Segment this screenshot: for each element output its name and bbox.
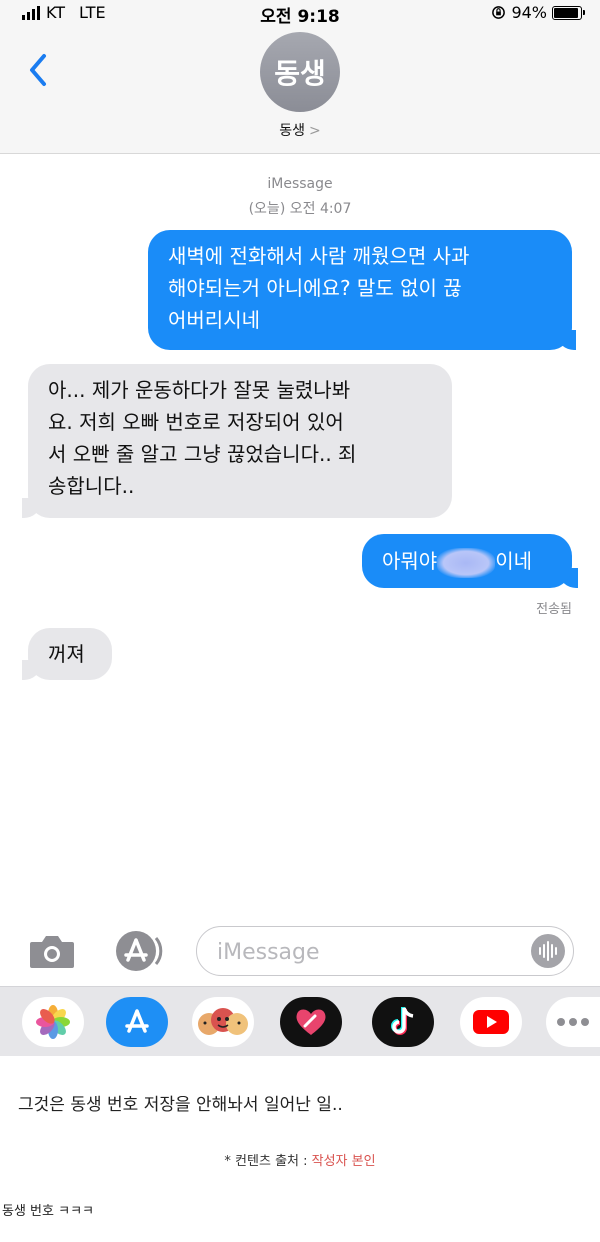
message-line: 아... 제가 운동하다가 잘못 눌렸나봐 xyxy=(48,378,351,402)
message-line: 꺼져 xyxy=(48,642,85,666)
youtube-icon xyxy=(473,1010,509,1034)
contact-name: 동생 xyxy=(279,123,306,139)
youtube-app-button[interactable] xyxy=(460,997,522,1047)
back-button[interactable] xyxy=(24,50,54,90)
message-timestamp: (오늘) 오전 4:07 xyxy=(248,201,352,217)
message-input[interactable] xyxy=(217,935,507,969)
apps-button[interactable] xyxy=(112,930,168,972)
memoji-icon xyxy=(198,1008,248,1035)
orientation-lock-icon xyxy=(491,5,506,20)
more-apps-button[interactable] xyxy=(546,997,600,1047)
battery-icon xyxy=(552,5,585,20)
outgoing-message[interactable]: 새벽에 전화해서 사람 깨웠으면 사과 해야되는거 아니에요? 말도 없이 끊 … xyxy=(148,230,572,350)
status-right: 94% xyxy=(491,3,585,22)
service-label: iMessage xyxy=(267,176,333,192)
incoming-message[interactable]: 꺼져 xyxy=(28,628,112,680)
message-text: 아뭐야 xyxy=(382,549,438,573)
conversation-header: 동생 동생 > xyxy=(0,26,600,154)
delivered-status: 전송됨 xyxy=(536,602,572,617)
message-field[interactable] xyxy=(196,926,574,976)
digital-touch-app-button[interactable] xyxy=(280,997,342,1047)
message-line: 새벽에 전화해서 사람 깨웠으면 사과 xyxy=(168,244,470,268)
battery-percent: 94% xyxy=(511,3,547,22)
chevron-left-icon xyxy=(30,54,46,86)
waveform-icon xyxy=(539,941,557,961)
source-prefix: * 컨텐츠 출처 : xyxy=(224,1154,312,1169)
memoji-app-button[interactable] xyxy=(192,997,254,1047)
camera-icon xyxy=(30,936,74,968)
message-line: 송합니다.. xyxy=(48,474,135,498)
post-caption: 그것은 동생 번호 저장을 안해놔서 일어난 일.. xyxy=(18,1095,343,1115)
footer-note: 동생 번호 ㅋㅋㅋ xyxy=(2,1204,94,1219)
outgoing-message[interactable]: 아뭐야 이네 xyxy=(362,534,572,588)
contact-avatar[interactable]: 동생 xyxy=(260,32,340,112)
incoming-message[interactable]: 아... 제가 운동하다가 잘못 눌렸나봐 요. 저희 오빠 번호로 저장되어 … xyxy=(28,364,452,518)
message-line: 어버리시네 xyxy=(168,308,260,332)
message-line: 서 오빤 줄 알고 그냥 끊었습니다.. 죄 xyxy=(48,442,357,466)
status-bar: KT LTE 오전 9:18 94% xyxy=(0,0,600,27)
dictation-button[interactable] xyxy=(531,934,565,968)
source-author: 작성자 본인 xyxy=(311,1154,376,1169)
app-store-app-button[interactable] xyxy=(106,997,168,1047)
message-text: 이네 xyxy=(495,549,533,573)
app-drawer xyxy=(0,986,600,1056)
digital-touch-icon xyxy=(296,1009,326,1035)
screen: KT LTE 오전 9:18 94% 동생 동생 > iMessage (오늘) … xyxy=(0,0,600,1242)
photos-app-button[interactable] xyxy=(22,997,84,1047)
redaction-blur xyxy=(437,547,496,578)
camera-button[interactable] xyxy=(28,932,76,970)
message-line: 요. 저희 오빠 번호로 저장되어 있어 xyxy=(48,410,344,434)
tiktok-app-button[interactable] xyxy=(372,997,434,1047)
compose-bar xyxy=(0,918,600,982)
contact-name-button[interactable]: 동생 > xyxy=(0,120,600,140)
photos-icon xyxy=(36,1005,70,1039)
app-store-icon xyxy=(125,1009,149,1033)
message-line: 해야되는거 아니에요? 말도 없이 끊 xyxy=(168,276,462,300)
contact-chevron: > xyxy=(309,123,321,139)
more-icon xyxy=(557,1018,589,1026)
app-store-icon xyxy=(116,931,163,971)
tiktok-icon xyxy=(391,1007,414,1035)
content-source: * 컨텐츠 출처 : 작성자 본인 xyxy=(0,1150,600,1169)
